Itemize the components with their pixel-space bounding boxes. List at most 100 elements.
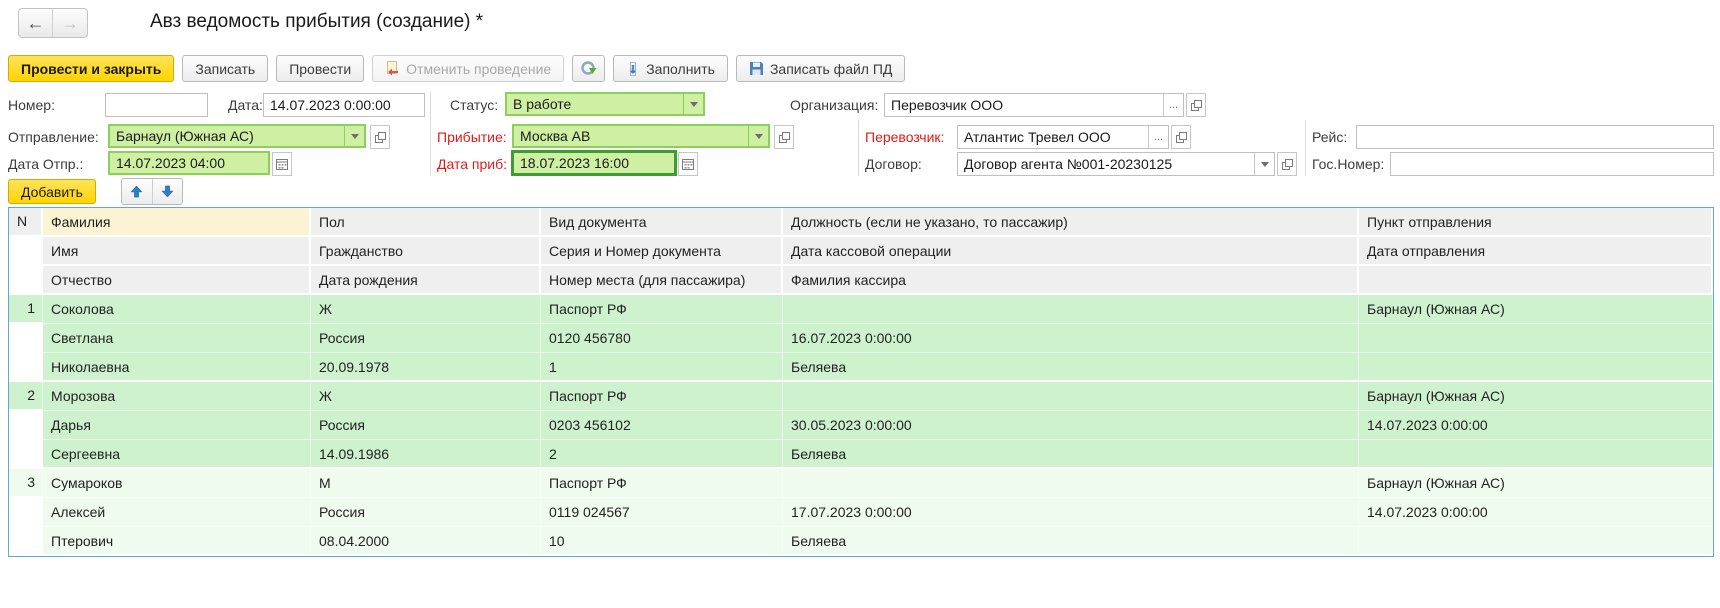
fill-button[interactable]: Заполнить — [613, 55, 728, 82]
arrival-dropdown-button[interactable] — [748, 126, 768, 146]
table-cell[interactable]: М — [311, 469, 541, 498]
refresh-button[interactable] — [572, 55, 605, 82]
add-row-button[interactable]: Добавить — [8, 179, 96, 204]
table-cell[interactable]: Беляева — [783, 527, 1359, 556]
table-cell[interactable] — [1359, 353, 1713, 382]
table-cell[interactable] — [783, 295, 1359, 324]
table-cell[interactable] — [783, 469, 1359, 498]
departure-open-button[interactable] — [370, 125, 390, 149]
table-cell[interactable]: Морозова — [43, 382, 311, 411]
table-cell[interactable] — [1359, 324, 1713, 353]
column-header[interactable]: Дата рождения — [311, 266, 541, 295]
column-header[interactable]: Фамилия кассира — [783, 266, 1359, 295]
column-header[interactable]: Фамилия — [43, 208, 311, 237]
table-cell[interactable]: Паспорт РФ — [541, 469, 783, 498]
arrival-open-button[interactable] — [774, 125, 794, 149]
date-input[interactable] — [263, 93, 425, 117]
column-header[interactable] — [1359, 266, 1713, 295]
save-pd-file-button[interactable]: Записать файл ПД — [736, 55, 905, 82]
arrival-combobox[interactable]: Москва АВ — [512, 124, 770, 148]
arrival-date-calendar-button[interactable] — [678, 152, 698, 176]
departure-date-field[interactable]: 14.07.2023 04:00 — [108, 151, 270, 175]
post-button[interactable]: Провести — [276, 55, 364, 82]
column-header[interactable]: Номер места (для пассажира) — [541, 266, 783, 295]
save-button[interactable]: Записать — [182, 55, 268, 82]
flight-input[interactable] — [1356, 125, 1714, 149]
organization-field[interactable]: Перевозчик ООО ... — [884, 93, 1184, 117]
table-cell[interactable]: Россия — [311, 498, 541, 527]
table-cell[interactable]: Птерович — [43, 527, 311, 556]
table-cell[interactable]: 14.07.2023 0:00:00 — [1359, 411, 1713, 440]
carrier-open-button[interactable] — [1171, 125, 1191, 149]
column-header[interactable]: Должность (если не указано, то пассажир) — [783, 208, 1359, 237]
table-cell[interactable]: 10 — [541, 527, 783, 556]
table-cell[interactable]: Паспорт РФ — [541, 382, 783, 411]
carrier-field[interactable]: Атлантис Тревел ООО ... — [957, 125, 1169, 149]
column-header[interactable]: Имя — [43, 237, 311, 266]
table-cell[interactable] — [1359, 440, 1713, 469]
table-cell[interactable]: 0120 456780 — [541, 324, 783, 353]
table-cell[interactable]: 08.04.2000 — [311, 527, 541, 556]
table-cell[interactable]: 14.07.2023 0:00:00 — [1359, 498, 1713, 527]
carrier-ellipsis-button[interactable]: ... — [1148, 126, 1168, 148]
contract-dropdown-button[interactable] — [1254, 153, 1274, 175]
table-cell[interactable]: 1 — [541, 353, 783, 382]
departure-dropdown-button[interactable] — [344, 126, 364, 146]
number-input[interactable] — [105, 93, 208, 117]
move-row-up-button[interactable] — [122, 179, 152, 204]
row-number[interactable]: 3 — [9, 469, 43, 498]
column-header[interactable]: Пол — [311, 208, 541, 237]
undo-post-button[interactable]: Отменить проведение — [372, 55, 564, 82]
table-cell[interactable]: Барнаул (Южная АС) — [1359, 295, 1713, 324]
table-cell[interactable]: Барнаул (Южная АС) — [1359, 469, 1713, 498]
table-cell[interactable]: 14.09.1986 — [311, 440, 541, 469]
table-cell[interactable]: 2 — [541, 440, 783, 469]
column-header[interactable]: Дата кассовой операции — [783, 237, 1359, 266]
table-cell[interactable]: 17.07.2023 0:00:00 — [783, 498, 1359, 527]
move-row-down-button[interactable] — [152, 179, 182, 204]
column-header-n[interactable]: N — [9, 208, 43, 237]
post-and-close-button[interactable]: Провести и закрыть — [8, 55, 174, 82]
table-cell[interactable]: 0119 024567 — [541, 498, 783, 527]
column-header[interactable]: Вид документа — [541, 208, 783, 237]
contract-combobox[interactable]: Договор агента №001-20230125 — [957, 152, 1275, 176]
table-cell[interactable]: Дарья — [43, 411, 311, 440]
table-cell[interactable] — [783, 382, 1359, 411]
passenger-table[interactable]: NФамилияПолВид документаДолжность (если … — [8, 207, 1714, 557]
row-number[interactable]: 1 — [9, 295, 43, 324]
departure-combobox[interactable]: Барнаул (Южная АС) — [108, 124, 366, 148]
table-cell[interactable]: Паспорт РФ — [541, 295, 783, 324]
column-header[interactable]: Серия и Номер документа — [541, 237, 783, 266]
table-cell[interactable]: Беляева — [783, 353, 1359, 382]
organization-ellipsis-button[interactable]: ... — [1163, 94, 1183, 116]
table-cell[interactable]: Светлана — [43, 324, 311, 353]
table-cell[interactable]: Сумароков — [43, 469, 311, 498]
status-combobox[interactable]: В работе — [505, 92, 705, 116]
departure-date-calendar-button[interactable] — [272, 152, 292, 176]
row-number[interactable]: 2 — [9, 382, 43, 411]
table-cell[interactable] — [1359, 527, 1713, 556]
table-cell[interactable]: Ж — [311, 295, 541, 324]
column-header[interactable]: Отчество — [43, 266, 311, 295]
table-cell[interactable]: Барнаул (Южная АС) — [1359, 382, 1713, 411]
column-header[interactable]: Гражданство — [311, 237, 541, 266]
organization-open-button[interactable] — [1186, 93, 1206, 117]
state-number-input[interactable] — [1390, 152, 1714, 176]
table-cell[interactable]: Ж — [311, 382, 541, 411]
table-cell[interactable]: 16.07.2023 0:00:00 — [783, 324, 1359, 353]
table-cell[interactable]: Соколова — [43, 295, 311, 324]
table-cell[interactable]: 0203 456102 — [541, 411, 783, 440]
table-cell[interactable]: Сергеевна — [43, 440, 311, 469]
table-cell[interactable]: 30.05.2023 0:00:00 — [783, 411, 1359, 440]
arrival-date-field[interactable]: 18.07.2023 16:00 — [512, 151, 676, 175]
table-cell[interactable]: Россия — [311, 324, 541, 353]
table-cell[interactable]: 20.09.1978 — [311, 353, 541, 382]
back-button[interactable]: ← — [19, 9, 53, 37]
table-cell[interactable]: Алексей — [43, 498, 311, 527]
contract-open-button[interactable] — [1277, 152, 1297, 176]
table-cell[interactable]: Николаевна — [43, 353, 311, 382]
table-cell[interactable]: Беляева — [783, 440, 1359, 469]
column-header[interactable]: Пункт отправления — [1359, 208, 1713, 237]
table-cell[interactable]: Россия — [311, 411, 541, 440]
status-dropdown-button[interactable] — [683, 94, 703, 114]
